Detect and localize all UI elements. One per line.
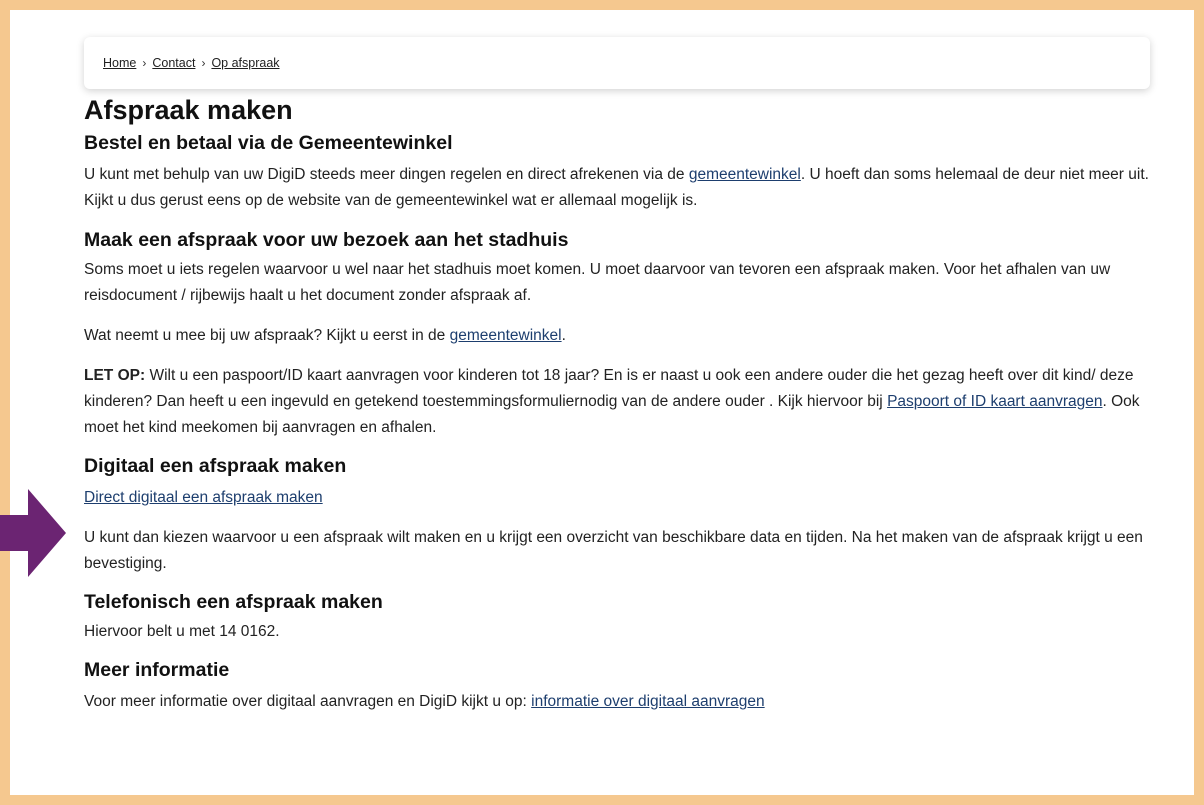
section-stadhuis-para2: Wat neemt u mee bij uw afspraak? Kijkt u… <box>84 327 566 344</box>
section-meer-info-title: Meer informatie <box>84 659 230 681</box>
breadcrumb-contact-link[interactable]: Contact <box>152 56 195 70</box>
breadcrumb-separator-icon: › <box>201 56 206 70</box>
breadcrumb-home-link[interactable]: Home <box>103 56 136 70</box>
section-telefonisch-title: Telefonisch een afspraak maken <box>84 591 383 613</box>
section-telefonisch-text: Hiervoor belt u met 14 0162. <box>84 623 280 640</box>
breadcrumb: Home › Contact › Op afspraak <box>84 37 1150 89</box>
section-stadhuis-title: Maak een afspraak voor uw bezoek aan het… <box>84 229 569 251</box>
section-digitaal-title: Digitaal een afspraak maken <box>84 455 347 477</box>
page-title: Afspraak maken <box>84 95 293 125</box>
page: Home › Contact › Op afspraak Afspraak ma… <box>10 10 1194 795</box>
section-meer-info-text: Voor meer informatie over digitaal aanvr… <box>84 693 765 710</box>
direct-digitaal-afspraak-link[interactable]: Direct digitaal een afspraak maken <box>84 489 323 506</box>
section-digitaal-link-line: Direct digitaal een afspraak maken <box>84 485 1164 511</box>
main-content: Afspraak maken Bestel en betaal via de G… <box>84 94 1164 715</box>
gemeentewinkel-link-2[interactable]: gemeentewinkel <box>450 327 562 344</box>
section-digitaal-text: U kunt dan kiezen waarvoor u een afspraa… <box>84 529 1143 572</box>
breadcrumb-current-link[interactable]: Op afspraak <box>211 56 279 70</box>
section-stadhuis-para1: Soms moet u iets regelen waarvoor u wel … <box>84 261 1111 304</box>
section-stadhuis-let-op: LET OP: Wilt u een paspoort/ID kaart aan… <box>84 367 1140 436</box>
gemeentewinkel-link[interactable]: gemeentewinkel <box>689 166 801 183</box>
paspoort-id-link[interactable]: Paspoort of ID kaart aanvragen <box>887 393 1102 410</box>
let-op-label: LET OP: <box>84 367 146 384</box>
breadcrumb-separator-icon: › <box>142 56 147 70</box>
arrow-right-icon <box>0 489 66 577</box>
section-gemeentewinkel-text: U kunt met behulp van uw DigiD steeds me… <box>84 166 1149 209</box>
digitaal-aanvragen-info-link[interactable]: informatie over digitaal aanvragen <box>531 693 765 710</box>
section-gemeentewinkel-title: Bestel en betaal via de Gemeentewinkel <box>84 132 453 154</box>
